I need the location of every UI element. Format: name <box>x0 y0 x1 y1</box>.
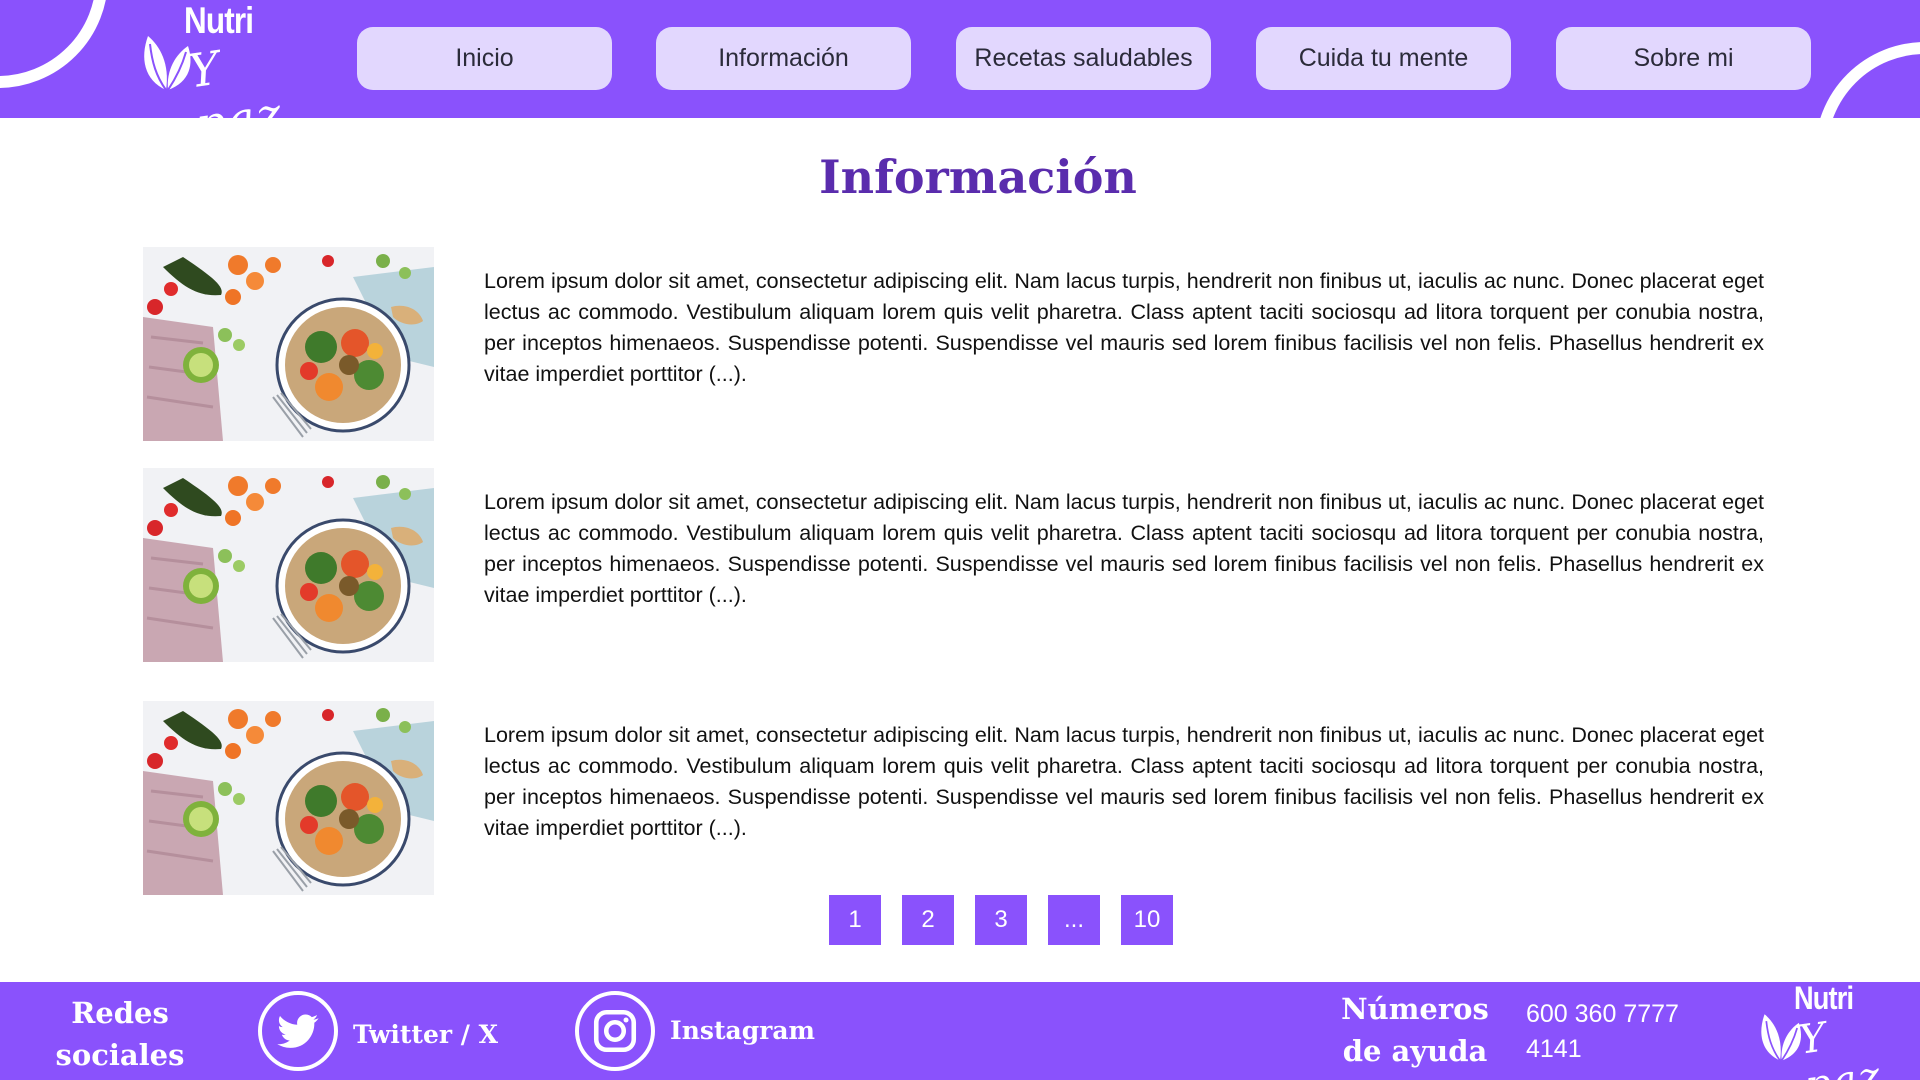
nav-item-cuida-tu-mente[interactable]: Cuida tu mente <box>1256 27 1511 90</box>
footer-brand-logo[interactable]: Nutri Y paz <box>1752 980 1912 1080</box>
page-button-2[interactable]: 2 <box>902 895 954 945</box>
site-header: Nutri Y paz Inicio Información Recetas s… <box>0 0 1920 118</box>
article-item: Lorem ipsum dolor sit amet, consectetur … <box>143 468 1764 662</box>
article-image[interactable] <box>143 701 434 895</box>
logo-script: Y paz <box>185 40 286 118</box>
page-button-3[interactable]: 3 <box>975 895 1027 945</box>
decorative-arc-top-left <box>0 0 108 88</box>
decorative-arc-top-right <box>1815 42 1920 118</box>
twitter-link[interactable]: Twitter / X <box>353 1020 498 1049</box>
article-excerpt: Lorem ipsum dolor sit amet, consectetur … <box>484 723 1764 840</box>
nav-item-inicio[interactable]: Inicio <box>357 27 612 90</box>
nav-item-informacion[interactable]: Información <box>656 27 911 90</box>
article-excerpt: Lorem ipsum dolor sit amet, consectetur … <box>484 269 1764 386</box>
article-item: Lorem ipsum dolor sit amet, consectetur … <box>143 701 1764 895</box>
page-title: Información <box>819 150 1137 204</box>
page-button-1[interactable]: 1 <box>829 895 881 945</box>
pagination: 1 2 3 ... 10 <box>829 895 1173 945</box>
page-button-ellipsis[interactable]: ... <box>1048 895 1100 945</box>
social-title: Redes sociales <box>55 996 185 1072</box>
nav-item-sobre-mi[interactable]: Sobre mi <box>1556 27 1811 90</box>
help-phone-1[interactable]: 600 360 7777 <box>1526 1000 1679 1029</box>
nav-item-recetas-saludables[interactable]: Recetas saludables <box>956 27 1211 90</box>
article-excerpt: Lorem ipsum dolor sit amet, consectetur … <box>484 490 1764 607</box>
instagram-link[interactable]: Instagram <box>670 1016 815 1045</box>
help-numbers-title: Números de ayuda <box>1341 992 1489 1068</box>
twitter-icon[interactable] <box>258 991 338 1071</box>
brand-logo[interactable]: Nutri Y paz <box>132 0 312 118</box>
instagram-icon[interactable] <box>575 991 655 1071</box>
help-phone-2[interactable]: 4141 <box>1526 1035 1582 1064</box>
article-item: Lorem ipsum dolor sit amet, consectetur … <box>143 247 1764 441</box>
page-button-10[interactable]: 10 <box>1121 895 1173 945</box>
site-footer: Redes sociales Twitter / X Instagram Núm… <box>0 982 1920 1080</box>
article-image[interactable] <box>143 468 434 662</box>
article-image[interactable] <box>143 247 434 441</box>
